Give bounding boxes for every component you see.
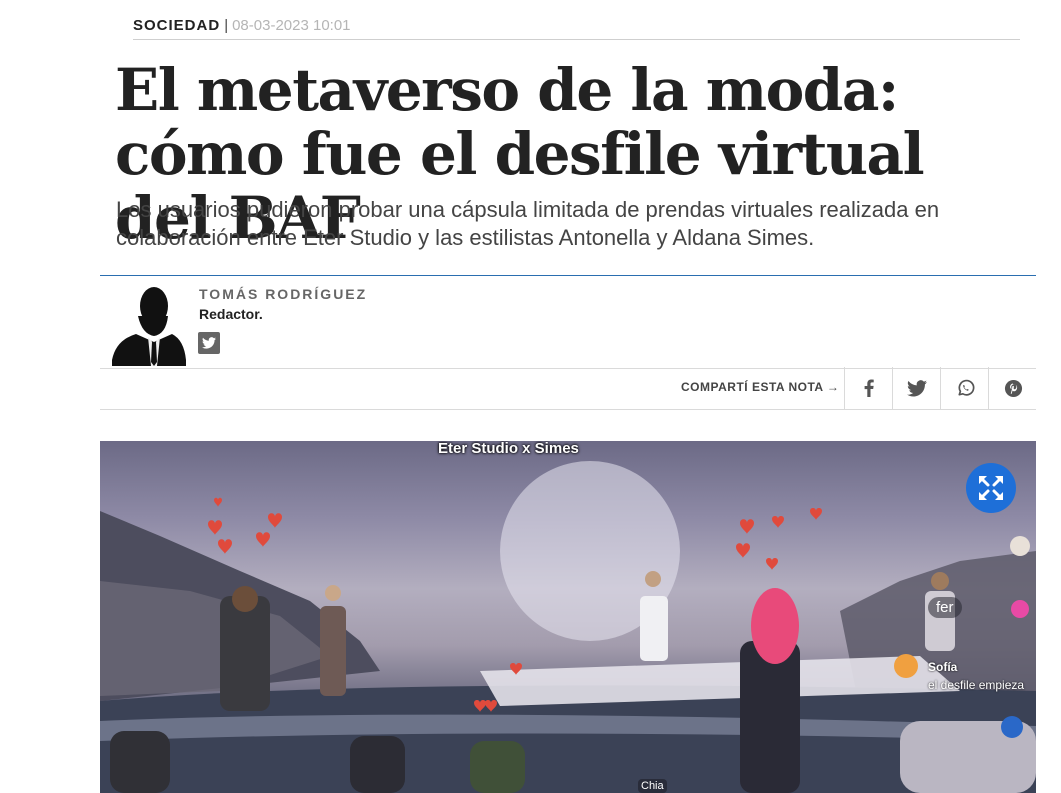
metaverse-scene	[100, 461, 1036, 793]
twitter-icon	[907, 379, 927, 396]
author-name[interactable]: TOMÁS RODRÍGUEZ	[199, 286, 367, 302]
twitter-icon	[202, 337, 216, 349]
author-box: TOMÁS RODRÍGUEZ Redactor.	[100, 275, 1036, 369]
whatsapp-icon	[957, 379, 974, 396]
hero-image[interactable]: Eter Studio x Simes fer Sofía el desfile…	[100, 441, 1036, 793]
meta-separator: |	[224, 17, 229, 34]
hero-caption: Eter Studio x Simes	[438, 441, 579, 457]
section-link[interactable]: SOCIEDAD	[133, 17, 220, 34]
avatar-nametag: fer	[928, 597, 962, 618]
publish-date: 08-03-2023 10:01	[232, 17, 351, 34]
share-facebook-button[interactable]	[844, 367, 893, 409]
expand-image-button[interactable]	[966, 463, 1016, 513]
author-role: Redactor.	[199, 306, 263, 322]
pinterest-icon	[1004, 379, 1022, 397]
author-twitter-button[interactable]	[198, 332, 220, 354]
expand-arrows-icon	[979, 476, 1003, 500]
share-pinterest-button[interactable]	[988, 367, 1037, 409]
share-label: COMPARTÍ ESTA NOTA →	[681, 380, 840, 394]
share-twitter-button[interactable]	[892, 367, 941, 409]
share-bar: COMPARTÍ ESTA NOTA →	[100, 367, 1036, 410]
article-subtitle: Los usuarios pudieron probar una cápsula…	[116, 197, 940, 250]
article-meta: SOCIEDAD | 08-03-2023 10:01	[133, 14, 1020, 40]
facebook-icon	[864, 379, 874, 397]
chat-message: el desfile empieza	[928, 678, 1025, 692]
chat-username: Sofía	[928, 660, 958, 674]
bottom-nametag: Chia	[638, 779, 667, 793]
share-whatsapp-button[interactable]	[940, 367, 989, 409]
author-avatar	[112, 287, 186, 366]
